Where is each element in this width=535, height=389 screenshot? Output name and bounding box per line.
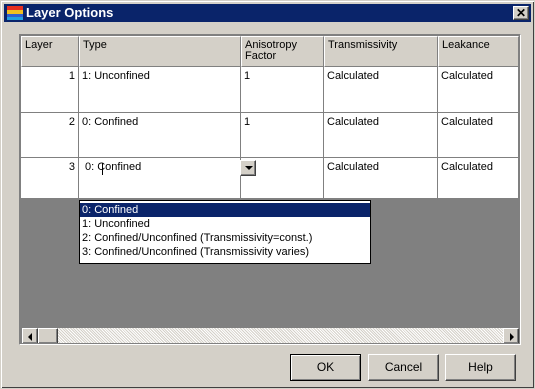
type-dropdown-list: 0: Confined 1: Unconfined 2: Confined/Un… [79,200,371,264]
row-2-anisotropy-cell[interactable]: 1 [241,113,324,158]
scroll-left-button[interactable] [22,328,38,343]
layer-grid: Layer Type Anisotropy Factor Transmissiv… [19,34,521,345]
chevron-down-icon [245,166,253,170]
text-caret [102,163,103,175]
column-header-type[interactable]: Type [79,36,241,67]
row-1-layer-cell[interactable]: 1 [21,67,79,113]
row-3-type-editor[interactable]: 0: Confined [79,158,241,199]
ok-button[interactable]: OK [290,354,361,381]
arrow-left-icon [28,333,32,341]
layer-options-app-icon [7,6,23,20]
type-option-confined-unconfined-varies[interactable]: 3: Confined/Unconfined (Transmissivity v… [80,245,370,259]
row-2-transmissivity-cell[interactable]: Calculated [324,113,438,158]
row-2-leakance-cell[interactable]: Calculated [438,113,519,158]
column-header-transmissivity[interactable]: Transmissivity [324,36,438,67]
row-2-layer-cell[interactable]: 2 [21,113,79,158]
row-2-type-cell[interactable]: 0: Confined [79,113,241,158]
help-button[interactable]: Help [445,354,516,381]
horizontal-scrollbar[interactable] [22,328,519,343]
arrow-right-icon [510,333,514,341]
title-bar[interactable]: Layer Options ✕ [4,4,531,22]
row-1-transmissivity-cell[interactable]: Calculated [324,67,438,113]
type-option-confined[interactable]: 0: Confined [80,203,370,217]
row-3-transmissivity-cell[interactable]: Calculated [324,158,438,199]
column-header-leakance[interactable]: Leakance [438,36,519,67]
window-title: Layer Options [26,5,114,20]
type-option-confined-unconfined-const[interactable]: 2: Confined/Unconfined (Transmissivity=c… [80,231,370,245]
close-button[interactable]: ✕ [513,6,529,20]
type-option-unconfined[interactable]: 1: Unconfined [80,217,370,231]
row-1-type-cell[interactable]: 1: Unconfined [79,67,241,113]
column-header-layer[interactable]: Layer [21,36,79,67]
scroll-thumb[interactable] [38,328,58,343]
row-3-layer-cell[interactable]: 3 [21,158,79,199]
column-header-anisotropy[interactable]: Anisotropy Factor [241,36,324,67]
scroll-right-button[interactable] [503,328,519,343]
row-3-leakance-cell[interactable]: Calculated [438,158,519,199]
close-icon: ✕ [515,6,527,20]
layer-options-dialog: Layer Options ✕ Layer Type Anisotropy Fa… [0,0,535,389]
row-1-anisotropy-cell[interactable]: 1 [241,67,324,113]
type-dropdown-button[interactable] [240,160,256,176]
row-1-leakance-cell[interactable]: Calculated [438,67,519,113]
cancel-button[interactable]: Cancel [368,354,439,381]
